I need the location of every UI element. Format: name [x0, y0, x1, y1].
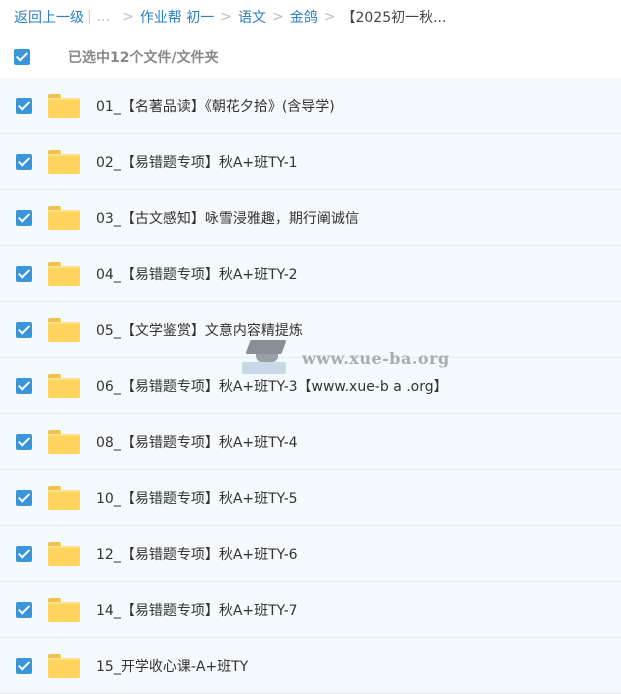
selection-bar: 已选中12个文件/文件夹 [0, 34, 621, 80]
file-row[interactable]: 02_【易错题专项】秋A+班TY-1 [0, 134, 621, 190]
breadcrumb-item-subject[interactable]: 语文 [238, 7, 266, 27]
file-name[interactable]: 02_【易错题专项】秋A+班TY-1 [96, 152, 298, 172]
breadcrumb: 返回上一级 | ... > 作业帮 初一 > 语文 > 金鸽 > 【2025初一… [0, 0, 621, 34]
file-name[interactable]: 15_开学收心课-A+班TY [96, 656, 248, 676]
row-checkbox[interactable] [16, 377, 32, 394]
row-checkbox[interactable] [16, 321, 32, 338]
folder-icon [48, 541, 80, 566]
row-checkbox[interactable] [16, 601, 32, 618]
folder-icon [48, 149, 80, 174]
selection-count: 已选中12个文件/文件夹 [68, 50, 219, 66]
row-checkbox[interactable] [16, 545, 32, 562]
breadcrumb-separator: > [220, 9, 232, 25]
folder-icon [48, 373, 80, 398]
file-name[interactable]: 12_【易错题专项】秋A+班TY-6 [96, 544, 298, 564]
breadcrumb-current: 【2025初一秋... [341, 10, 447, 26]
row-checkbox[interactable] [16, 433, 32, 450]
file-name[interactable]: 05_【文学鉴赏】文意内容精提炼 [96, 320, 303, 340]
file-name[interactable]: 04_【易错题专项】秋A+班TY-2 [96, 264, 298, 284]
file-row[interactable]: 15_开学收心课-A+班TY [0, 638, 621, 694]
breadcrumb-ellipsis[interactable]: ... [97, 9, 110, 25]
file-row[interactable]: 14_【易错题专项】秋A+班TY-7 [0, 582, 621, 638]
row-checkbox[interactable] [16, 209, 32, 226]
file-row[interactable]: 01_【名著品读】《朝花夕拾》(含导学) [0, 78, 621, 134]
folder-icon [48, 485, 80, 510]
file-list: 01_【名著品读】《朝花夕拾》(含导学) 02_【易错题专项】秋A+班TY-1 03… [0, 78, 621, 694]
row-checkbox[interactable] [16, 153, 32, 170]
file-row[interactable]: 05_【文学鉴赏】文意内容精提炼 [0, 302, 621, 358]
breadcrumb-separator: > [122, 9, 134, 25]
folder-icon [48, 93, 80, 118]
row-checkbox[interactable] [16, 657, 32, 674]
file-row[interactable]: 06_【易错题专项】秋A+班TY-3【www.xue-b a .org】 [0, 358, 621, 414]
folder-icon [48, 317, 80, 342]
file-name[interactable]: 14_【易错题专项】秋A+班TY-7 [96, 600, 298, 620]
breadcrumb-separator: > [323, 9, 336, 25]
folder-icon [48, 261, 80, 286]
file-name[interactable]: 01_【名著品读】《朝花夕拾》(含导学) [96, 96, 335, 116]
file-row[interactable]: 10_【易错题专项】秋A+班TY-5 [0, 470, 621, 526]
file-row[interactable]: 03_【古文感知】咏雪浸雅趣，期行阐诚信 [0, 190, 621, 246]
back-link[interactable]: 返回上一级 [14, 7, 84, 27]
select-all-checkbox[interactable] [14, 49, 30, 65]
file-row[interactable]: 08_【易错题专项】秋A+班TY-4 [0, 414, 621, 470]
file-row[interactable]: 04_【易错题专项】秋A+班TY-2 [0, 246, 621, 302]
folder-icon [48, 597, 80, 622]
row-checkbox[interactable] [16, 97, 32, 114]
folder-icon [48, 205, 80, 230]
file-name[interactable]: 06_【易错题专项】秋A+班TY-3【www.xue-b a .org】 [96, 376, 448, 396]
file-name[interactable]: 08_【易错题专项】秋A+班TY-4 [96, 432, 298, 452]
folder-icon [48, 653, 80, 678]
breadcrumb-divider: | [87, 9, 92, 25]
breadcrumb-separator: > [272, 9, 284, 25]
folder-icon [48, 429, 80, 454]
row-checkbox[interactable] [16, 489, 32, 506]
file-name[interactable]: 10_【易错题专项】秋A+班TY-5 [96, 488, 298, 508]
breadcrumb-item-teacher[interactable]: 金鸽 [290, 7, 318, 27]
file-row[interactable]: 12_【易错题专项】秋A+班TY-6 [0, 526, 621, 582]
file-name[interactable]: 03_【古文感知】咏雪浸雅趣，期行阐诚信 [96, 208, 359, 228]
row-checkbox[interactable] [16, 265, 32, 282]
breadcrumb-item-grade[interactable]: 作业帮 初一 [140, 7, 214, 27]
